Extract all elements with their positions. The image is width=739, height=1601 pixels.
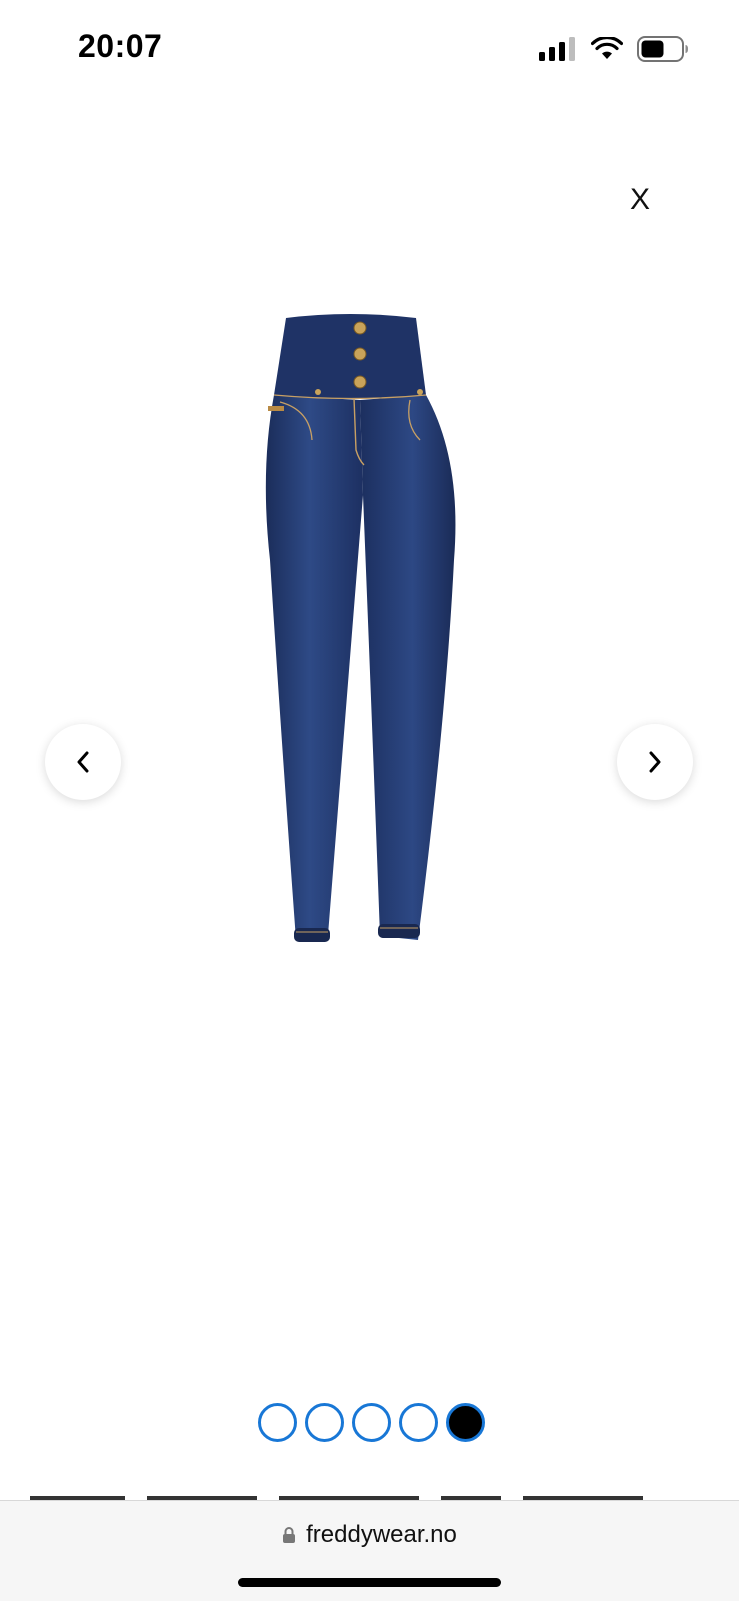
wifi-icon xyxy=(591,37,623,59)
previous-image-button[interactable] xyxy=(45,724,121,800)
url-content: freddywear.no xyxy=(0,1521,739,1549)
browser-url-bar[interactable]: freddywear.no xyxy=(0,1500,739,1601)
cellular-signal-icon xyxy=(539,37,575,61)
status-bar: 20:07 xyxy=(0,0,739,100)
status-time: 20:07 xyxy=(78,28,163,64)
carousel-dot-3[interactable] xyxy=(352,1403,391,1442)
next-image-button[interactable] xyxy=(617,724,693,800)
chevron-right-icon xyxy=(649,751,661,773)
chevron-left-icon xyxy=(77,751,89,773)
lock-icon xyxy=(283,1527,296,1543)
carousel-dot-4[interactable] xyxy=(399,1403,438,1442)
carousel-dot-2[interactable] xyxy=(305,1403,344,1442)
carousel-dots xyxy=(258,1403,485,1442)
status-icons xyxy=(539,35,689,63)
close-button[interactable]: X xyxy=(624,180,656,220)
url-text: freddywear.no xyxy=(306,1521,457,1548)
battery-icon xyxy=(637,36,688,62)
home-indicator xyxy=(238,1578,501,1587)
carousel-dot-5-active[interactable] xyxy=(446,1403,485,1442)
jeans-product-image xyxy=(265,314,456,942)
carousel-dot-1[interactable] xyxy=(258,1403,297,1442)
